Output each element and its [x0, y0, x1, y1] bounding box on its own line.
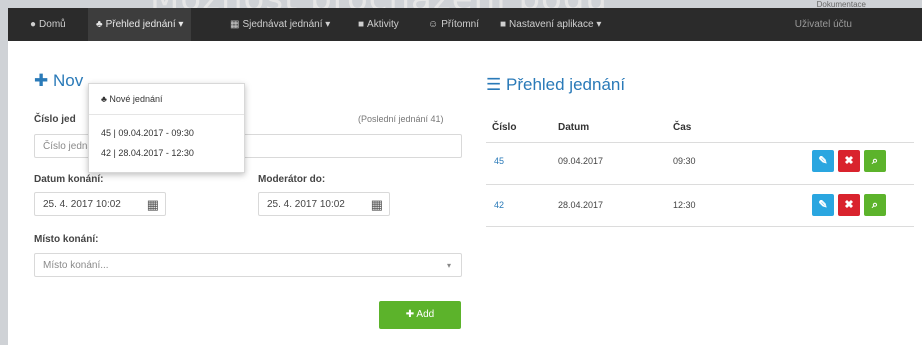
grid-icon: ▦	[230, 19, 240, 30]
people-icon: ♣	[101, 94, 107, 104]
nav-schedule-label: Sjednávat jednání ▾	[242, 19, 331, 30]
place-select[interactable]: Místo konání... ▾	[34, 253, 462, 277]
col-date: Datum	[558, 122, 590, 133]
navbar: ● Domů ♣ Přehled jednání ▾ ▦ Sjednávat jedn…	[8, 8, 922, 41]
search-icon: ⌕	[871, 199, 879, 211]
row-date: 28.04.2017	[558, 200, 604, 210]
nav-home[interactable]: ● Domů	[30, 8, 66, 41]
nav-settings-label: Nastavení aplikace ▾	[509, 19, 602, 30]
deadline-value: 25. 4. 2017 10:02	[267, 199, 345, 210]
add-button[interactable]: ✚ Add	[379, 301, 461, 329]
nav-people[interactable]: ☺ Přítomní	[428, 8, 479, 41]
pencil-icon: ✎	[818, 199, 828, 211]
calendar-icon[interactable]: ▦	[147, 193, 159, 217]
place-label: Místo konání:	[34, 234, 99, 245]
add-button-label: Add	[416, 309, 435, 320]
nav-meetings[interactable]: ♣ Přehled jednání ▾	[88, 8, 192, 41]
nav-user[interactable]: Uživatel účtu	[795, 8, 852, 41]
number-label: Číslo jed	[34, 114, 76, 125]
deadline-input[interactable]: 25. 4. 2017 10:02 ▦	[258, 192, 390, 216]
dropdown-new-meeting[interactable]: ♣ Nové jednání	[101, 94, 162, 104]
new-meeting-title-text: Nov	[52, 71, 84, 90]
user-icon: ☺	[428, 19, 439, 30]
view-button[interactable]: ⌕	[864, 150, 886, 172]
deadline-label: Moderátor do:	[258, 174, 326, 185]
delete-button[interactable]: ✖	[838, 194, 860, 216]
row-divider	[486, 184, 914, 185]
row-time: 09:30	[673, 156, 696, 166]
overview-title-text: Přehled jednání	[505, 75, 626, 94]
date-label: Datum konání:	[34, 174, 104, 185]
meetings-dropdown-menu: ♣ Nové jednání 45 | 09.04.2017 - 09:30 4…	[88, 83, 245, 173]
frame-edge	[0, 41, 8, 345]
col-time: Čas	[673, 122, 692, 133]
chevron-down-icon: ▾	[446, 261, 451, 270]
place-placeholder: Místo konání...	[43, 260, 109, 271]
calendar-icon[interactable]: ▦	[371, 193, 383, 217]
overview-title: ☰ Přehled jednání	[486, 75, 625, 95]
row-time: 12:30	[673, 200, 696, 210]
home-icon: ●	[30, 19, 37, 30]
table-header-divider	[486, 142, 914, 143]
edit-button[interactable]: ✎	[812, 150, 834, 172]
pencil-icon: ✎	[818, 155, 828, 167]
edit-button[interactable]: ✎	[812, 194, 834, 216]
dropdown-entry[interactable]: 45 | 09.04.2017 - 09:30	[101, 128, 194, 138]
close-icon: ✖	[844, 199, 854, 211]
dropdown-entry[interactable]: 42 | 28.04.2017 - 12:30	[101, 148, 194, 158]
nav-activities[interactable]: ■ Aktivity	[358, 8, 399, 41]
nav-home-label: Domů	[39, 19, 66, 30]
nav-people-label: Přítomní	[441, 19, 480, 30]
list-icon: ■	[358, 19, 365, 30]
row-number-link[interactable]: 42	[494, 200, 504, 210]
number-hint: (Poslední jednání 41)	[358, 114, 444, 124]
delete-button[interactable]: ✖	[838, 150, 860, 172]
nav-activities-label: Aktivity	[367, 19, 399, 30]
dropdown-new-meeting-label: Nové jednání	[109, 94, 163, 104]
close-icon: ✖	[844, 155, 854, 167]
list-icon: ☰	[486, 75, 502, 94]
row-number-link[interactable]: 45	[494, 156, 504, 166]
date-value: 25. 4. 2017 10:02	[43, 199, 121, 210]
nav-schedule[interactable]: ▦ Sjednávat jednání ▾	[230, 8, 330, 41]
main-content: ✚ Nov Číslo jed (Poslední jednání 41) Čí…	[8, 41, 922, 345]
row-divider	[486, 226, 914, 227]
view-button[interactable]: ⌕	[864, 194, 886, 216]
people-icon: ♣	[96, 19, 103, 30]
plus-icon: ✚	[405, 309, 415, 320]
nav-settings[interactable]: ■ Nastavení aplikace ▾	[500, 8, 601, 41]
col-number: Číslo	[492, 122, 517, 133]
new-meeting-title: ✚ Nov	[34, 71, 83, 91]
settings-icon: ■	[500, 19, 507, 30]
dropdown-divider	[89, 114, 244, 115]
search-icon: ⌕	[871, 155, 879, 167]
plus-icon: ✚	[34, 71, 49, 90]
row-date: 09.04.2017	[558, 156, 604, 166]
nav-meetings-label: Přehled jednání ▾	[105, 19, 184, 30]
date-input[interactable]: 25. 4. 2017 10:02 ▦	[34, 192, 166, 216]
